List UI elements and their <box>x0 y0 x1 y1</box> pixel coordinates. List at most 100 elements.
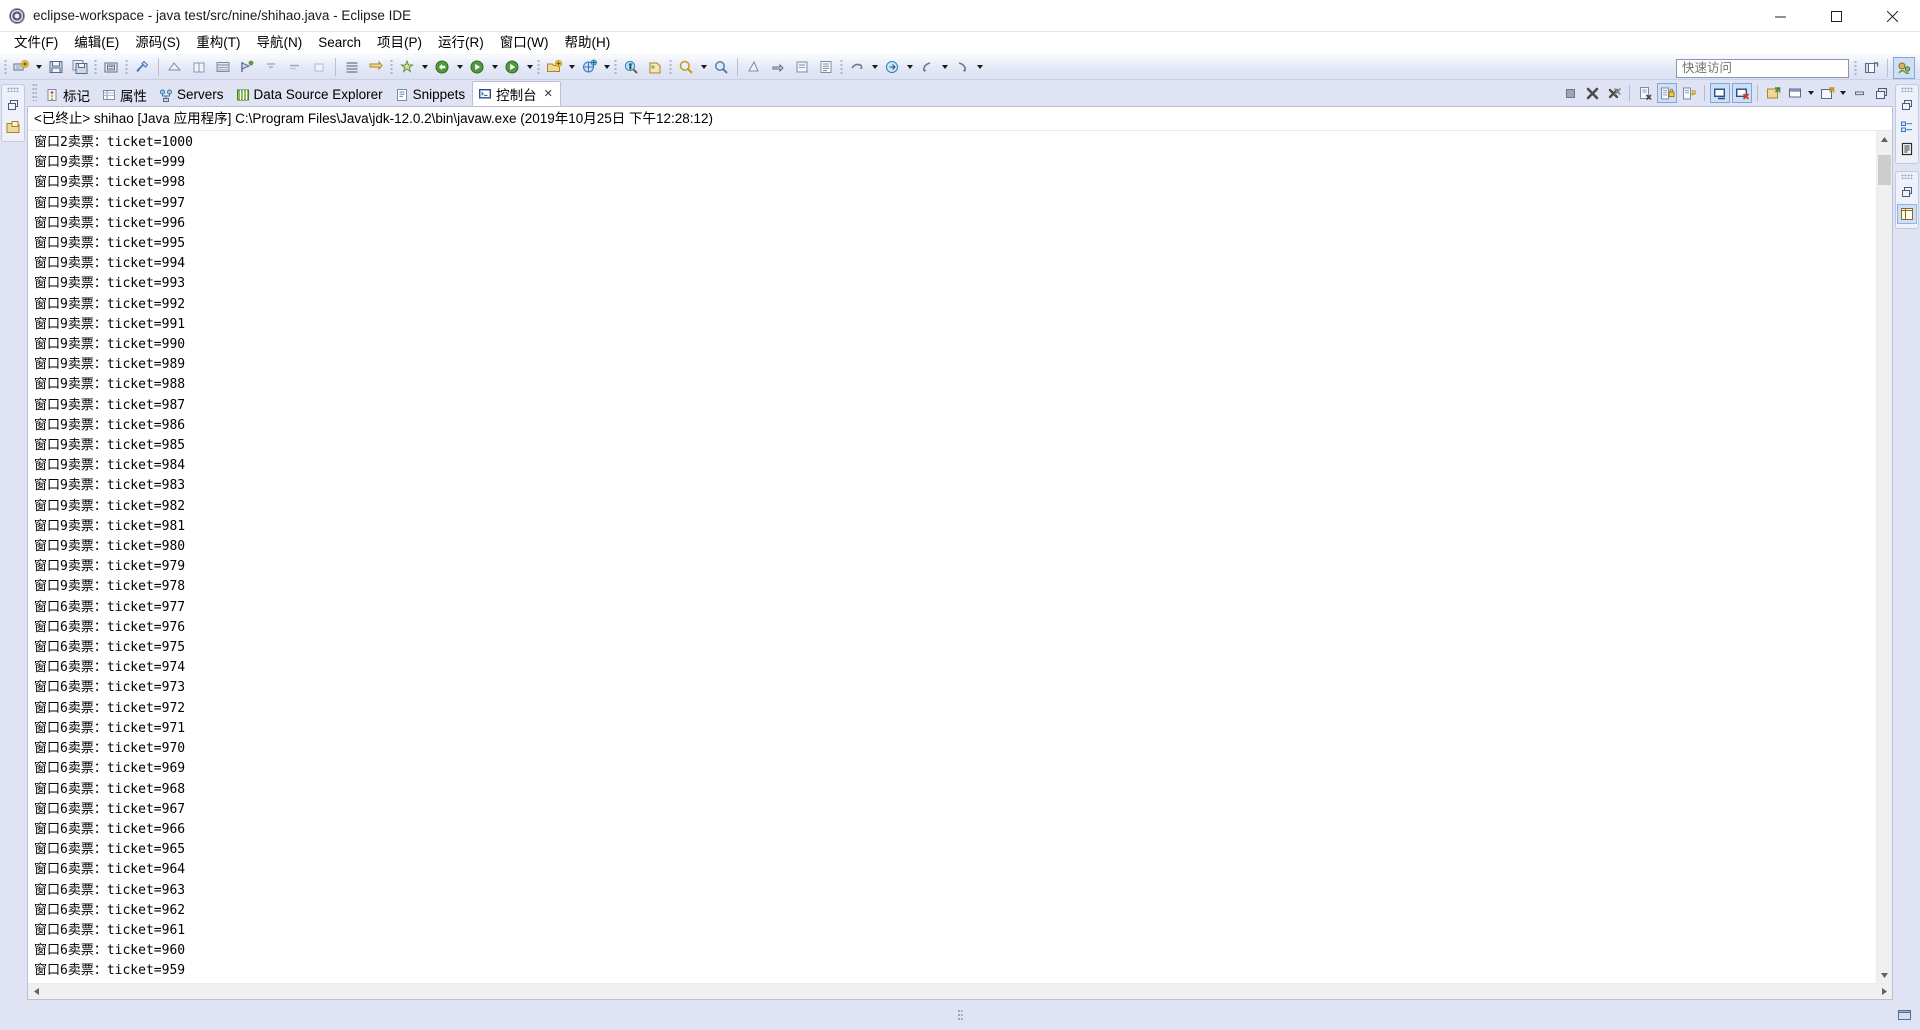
toolbar-grip-4[interactable] <box>389 58 394 76</box>
perspective-grip[interactable] <box>1853 59 1858 77</box>
left-fastbar-handle[interactable] <box>7 87 19 92</box>
toolbar-grip-8[interactable] <box>839 58 844 76</box>
back-icon[interactable] <box>846 56 868 78</box>
back-dropdown-arrow[interactable] <box>869 56 880 78</box>
menu-navigate[interactable]: 导航(N) <box>249 32 311 54</box>
word-wrap-button[interactable] <box>1679 83 1699 103</box>
show-console-on-output-button[interactable] <box>1710 83 1730 103</box>
open-perspective-icon[interactable] <box>1860 57 1882 79</box>
menu-file[interactable]: 文件(F) <box>6 32 66 54</box>
debug-dropdown-arrow[interactable] <box>454 56 465 78</box>
toggle-mark-occurrences-icon[interactable] <box>815 56 837 78</box>
toggle-breakpoint-icon[interactable] <box>236 56 258 78</box>
package-explorer-icon[interactable] <box>3 117 23 137</box>
toolbar-grip[interactable] <box>3 58 8 76</box>
toolbar-grip-3[interactable] <box>124 58 129 76</box>
scroll-right-button[interactable] <box>1876 984 1892 999</box>
save-all-icon[interactable] <box>69 56 91 78</box>
editor-area-icon[interactable] <box>1897 204 1917 224</box>
tab-console[interactable]: 控制台 ✕ <box>472 81 561 106</box>
menu-project[interactable]: 项目(P) <box>369 32 430 54</box>
save-icon[interactable] <box>45 56 67 78</box>
view-tabs-grip[interactable] <box>32 82 37 101</box>
right-fastbar-handle-2[interactable] <box>1901 174 1913 179</box>
right-fastbar-handle-1[interactable] <box>1901 87 1913 92</box>
console-vertical-scrollbar[interactable] <box>1876 131 1892 983</box>
restore-icon[interactable] <box>1897 95 1917 115</box>
menu-run[interactable]: 运行(R) <box>430 32 492 54</box>
print-icon[interactable] <box>100 56 122 78</box>
run-last-dropdown-arrow[interactable] <box>524 56 535 78</box>
open-task-icon[interactable] <box>644 56 666 78</box>
java-perspective-icon[interactable] <box>1893 57 1915 79</box>
annotation-icon[interactable] <box>260 56 282 78</box>
outline-icon[interactable] <box>1897 117 1917 137</box>
new-class-icon[interactable] <box>212 56 234 78</box>
toolbar-grip-5[interactable] <box>536 58 541 76</box>
debug-icon[interactable] <box>431 56 453 78</box>
vertical-scroll-thumb[interactable] <box>1878 155 1891 185</box>
previous-edit-icon[interactable] <box>743 56 765 78</box>
quick-access-input[interactable] <box>1676 58 1849 78</box>
status-bar-grip[interactable] <box>957 1009 963 1021</box>
menu-source[interactable]: 源码(S) <box>127 32 188 54</box>
minimize-view-button[interactable] <box>1849 83 1869 103</box>
back-nav-dropdown-arrow[interactable] <box>939 56 950 78</box>
open-console-button[interactable] <box>1817 83 1837 103</box>
scroll-down-button[interactable] <box>1877 967 1892 983</box>
horizontal-scroll-track[interactable] <box>44 984 1876 999</box>
menu-search[interactable]: Search <box>310 32 369 54</box>
previous-annotation-icon[interactable] <box>308 56 330 78</box>
display-selected-console-dropdown-arrow[interactable] <box>1806 83 1816 103</box>
forward-dropdown-arrow[interactable] <box>904 56 915 78</box>
new-wizard-icon[interactable] <box>10 56 32 78</box>
close-button[interactable] <box>1864 0 1920 32</box>
run-last-icon[interactable] <box>501 56 523 78</box>
open-search-dialog-icon[interactable] <box>710 56 732 78</box>
scroll-up-button[interactable] <box>1877 131 1892 147</box>
close-icon[interactable]: ✕ <box>544 87 553 100</box>
minimize-button[interactable] <box>1752 0 1808 32</box>
search-dropdown-arrow[interactable] <box>698 56 709 78</box>
restore-icon[interactable] <box>1897 182 1917 202</box>
remove-launch-button[interactable] <box>1582 83 1602 103</box>
tab-properties[interactable]: 属性 <box>97 83 154 106</box>
clear-console-button[interactable] <box>1635 83 1655 103</box>
forward-nav-icon[interactable] <box>951 56 973 78</box>
task-list-icon[interactable] <box>1897 139 1917 159</box>
external-tools-dropdown-arrow[interactable] <box>419 56 430 78</box>
last-edit-location-icon[interactable] <box>791 56 813 78</box>
new-package-icon[interactable] <box>543 56 565 78</box>
forward-icon[interactable] <box>881 56 903 78</box>
open-type-icon[interactable] <box>620 56 642 78</box>
new-wizard-dropdown-arrow[interactable] <box>33 56 44 78</box>
toolbar-grip-2[interactable] <box>93 58 98 76</box>
console-output[interactable]: 窗口2卖票：ticket=1000 窗口9卖票：ticket=999 窗口9卖票… <box>28 131 1876 983</box>
search-icon[interactable] <box>675 56 697 78</box>
show-desktop-icon[interactable] <box>1894 1005 1914 1025</box>
toolbar-grip-7[interactable] <box>668 58 673 76</box>
menu-edit[interactable]: 编辑(E) <box>66 32 127 54</box>
console-horizontal-scrollbar[interactable] <box>28 983 1892 999</box>
maximize-button[interactable] <box>1808 0 1864 32</box>
menu-help[interactable]: 帮助(H) <box>557 32 619 54</box>
new-package-dropdown-arrow[interactable] <box>566 56 577 78</box>
restore-icon[interactable] <box>3 95 23 115</box>
forward-nav-dropdown-arrow[interactable] <box>974 56 985 78</box>
tab-data-source-explorer[interactable]: Data Source Explorer <box>231 83 390 106</box>
show-whitespace-icon[interactable] <box>341 56 363 78</box>
tab-markers[interactable]: 标记 <box>40 83 97 106</box>
new-java-element-icon[interactable] <box>578 56 600 78</box>
external-tools-icon[interactable] <box>396 56 418 78</box>
run-icon[interactable] <box>466 56 488 78</box>
build-all-icon[interactable] <box>164 56 186 78</box>
pin-console-button[interactable] <box>1763 83 1783 103</box>
scroll-left-button[interactable] <box>28 984 44 999</box>
back-nav-icon[interactable] <box>916 56 938 78</box>
menu-window[interactable]: 窗口(W) <box>492 32 557 54</box>
skip-breakpoints-icon[interactable] <box>365 56 387 78</box>
maximize-view-button[interactable] <box>1871 83 1891 103</box>
terminate-button[interactable] <box>1560 83 1580 103</box>
show-console-on-error-button[interactable] <box>1732 83 1752 103</box>
next-annotation-icon[interactable] <box>284 56 306 78</box>
